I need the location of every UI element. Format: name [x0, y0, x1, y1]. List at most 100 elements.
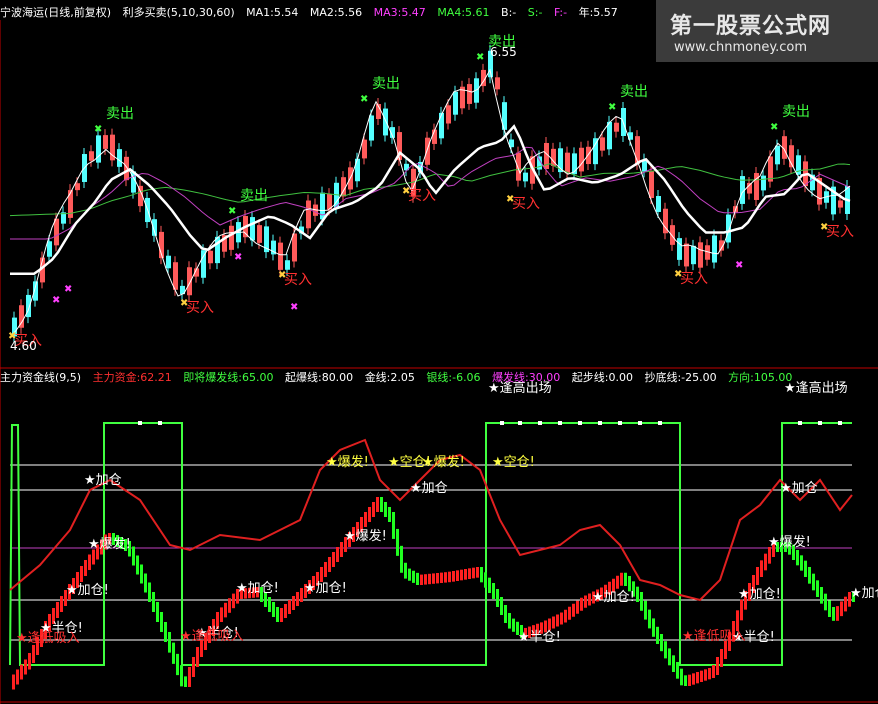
osc-bar — [676, 662, 679, 679]
osc-bar — [284, 604, 287, 618]
osc-bar — [164, 622, 167, 642]
indicator-name[interactable]: 利多买卖(5,10,30,60) — [123, 6, 235, 19]
osc-bar — [680, 668, 683, 686]
osc-annotation: ★加仓! — [66, 583, 109, 598]
osc-annotation: ★爆发! — [422, 454, 465, 470]
candle-body — [439, 112, 444, 139]
candle-body — [495, 77, 500, 90]
osc-bar — [476, 567, 479, 578]
candle-body — [761, 175, 766, 191]
osc-annotation: ★加仓! — [304, 581, 347, 596]
s-value: S:- — [527, 6, 543, 19]
osc-bar — [736, 610, 739, 631]
buy-marker: ✖ — [402, 186, 410, 197]
osc-bar — [828, 600, 831, 617]
gold-value: 金线:2.05 — [364, 371, 415, 384]
candle-body — [516, 152, 521, 181]
candle-body — [600, 137, 605, 151]
osc-annotation: ★加仓! — [592, 590, 635, 605]
osc-bar — [144, 573, 147, 593]
sell-signal-label: 卖出 — [782, 104, 810, 120]
candle-body — [565, 152, 570, 174]
candle-body — [229, 225, 234, 250]
candle-body — [712, 235, 717, 263]
sell-marker: ✖ — [228, 206, 236, 217]
direction-dot — [158, 421, 162, 425]
magenta-marker: ✖ — [290, 302, 298, 313]
watermark-title: 第一股票公式网 — [670, 14, 832, 39]
osc-bar — [564, 609, 567, 623]
candle-body — [467, 84, 472, 104]
osc-bar — [648, 609, 651, 629]
osc-bar — [620, 572, 623, 586]
osc-bar — [436, 573, 439, 584]
direction-dot — [138, 421, 142, 425]
osc-annotation: ★逢低吸入 — [682, 629, 746, 644]
osc-bar — [756, 567, 759, 585]
candle-body — [285, 260, 290, 270]
osc-bar — [400, 545, 403, 573]
osc-bar — [576, 600, 579, 614]
osc-bar — [704, 669, 707, 681]
b-value: B:- — [501, 6, 517, 19]
osc-bar — [644, 600, 647, 620]
osc-bar — [28, 653, 31, 670]
main-fund-value: 主力资金:62.21 — [92, 371, 172, 384]
osc-bar — [672, 655, 675, 672]
osc-bar — [664, 641, 667, 659]
direction-dot — [798, 421, 802, 425]
candle-body — [586, 146, 591, 165]
osc-bar — [88, 554, 91, 570]
osc-bar — [12, 674, 15, 690]
osc-bar — [696, 672, 699, 684]
sell-signal-label: 卖出 — [106, 106, 134, 122]
direction-dot — [838, 421, 842, 425]
osc-bar — [580, 597, 583, 611]
osc-bar — [840, 601, 843, 617]
osc-bar — [500, 597, 503, 615]
candle-body — [383, 108, 388, 136]
ma3-value: MA3:5.47 — [373, 6, 426, 19]
osc-annotation: ★加仓 — [780, 481, 818, 496]
buy-marker: ✖ — [180, 298, 188, 309]
candle-body — [292, 233, 297, 262]
osc-bar — [588, 593, 591, 606]
candle-body — [47, 241, 52, 257]
buy-marker: ✖ — [820, 222, 828, 233]
osc-bar — [496, 589, 499, 607]
sell-marker: ✖ — [360, 94, 368, 105]
osc-bar — [80, 566, 83, 582]
osc-annotation: ★空仓! — [492, 455, 535, 470]
osc-bar — [364, 512, 367, 527]
osc-bar — [324, 562, 327, 577]
sell-marker: ✖ — [608, 102, 616, 113]
osc-bar — [712, 665, 715, 678]
osc-bar — [296, 592, 299, 606]
osc-bar — [508, 613, 511, 629]
osc-bar — [472, 567, 475, 579]
osc-title[interactable]: 主力资金线(9,5) — [0, 371, 81, 384]
osc-bar — [684, 675, 687, 686]
osc-bar — [292, 596, 295, 610]
buy-marker: ✖ — [506, 194, 514, 205]
osc-bar — [320, 567, 323, 582]
osc-bar — [808, 567, 811, 584]
osc-bar — [156, 602, 159, 622]
stock-title[interactable]: 宁波海运(日线,前复权) — [0, 6, 111, 19]
buy-marker: ✖ — [674, 269, 682, 280]
candle-body — [446, 105, 451, 124]
osc-bar — [372, 502, 375, 517]
osc-bar — [716, 657, 719, 675]
direction-value: 方向:105.00 — [728, 371, 793, 384]
osc-bar — [660, 634, 663, 652]
osc-bar — [176, 653, 179, 676]
osc-bar — [568, 606, 571, 620]
osc-bar — [132, 546, 135, 566]
osc-bar — [396, 528, 399, 556]
osc-bar — [172, 642, 175, 664]
ma1-value: MA1:5.54 — [246, 6, 299, 19]
osc-bar — [376, 497, 379, 512]
osc-bar — [160, 612, 163, 632]
buy-signal-label: 买入 — [186, 300, 214, 316]
candle-body — [698, 242, 703, 268]
